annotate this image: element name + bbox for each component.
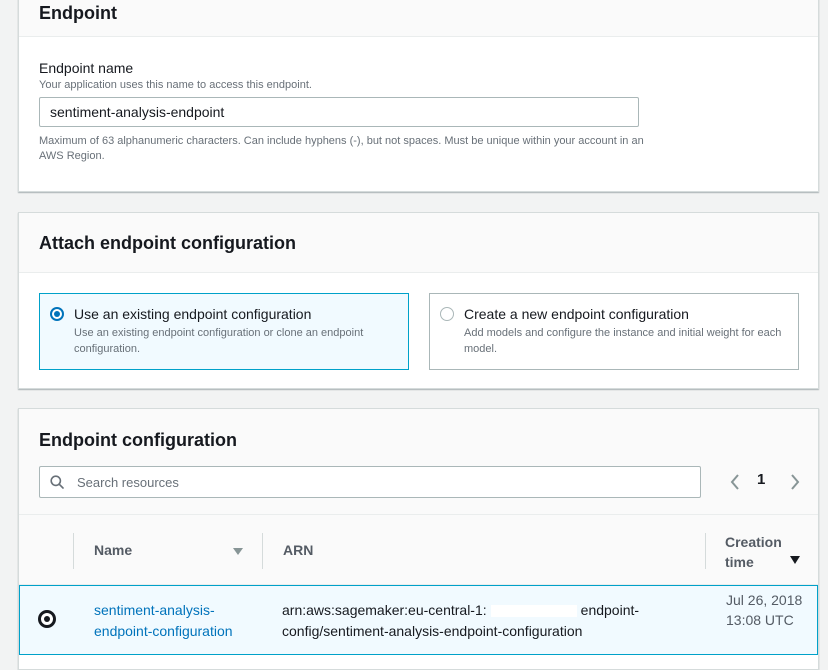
endpoint-panel-title: Endpoint [39,3,117,23]
chevron-left-icon[interactable] [725,470,745,494]
endpoint-panel: Endpoint Endpoint name Your application … [18,0,819,192]
endpoint-config-panel-header: Endpoint configuration Search resources … [19,409,818,515]
endpoint-config-panel: Endpoint configuration Search resources … [18,408,819,670]
pagination-current-page[interactable]: 1 [757,471,765,488]
chevron-right-icon[interactable] [785,470,805,494]
caret-down-icon[interactable] [233,548,243,555]
search-placeholder: Search resources [77,475,179,490]
option-new-config-radio[interactable] [440,307,454,321]
search-input[interactable]: Search resources [39,466,701,498]
endpoint-name-label: Endpoint name [39,60,134,76]
endpoint-name-constraint: Maximum of 63 alphanumeric characters. C… [39,135,644,162]
column-separator [705,533,706,569]
column-header-name[interactable]: Name [94,542,132,558]
option-new-config-tile[interactable]: Create a new endpoint configuration Add … [429,293,799,370]
column-separator [73,533,74,569]
attach-config-panel-title: Attach endpoint configuration [39,233,296,253]
column-separator [262,533,263,569]
redacted-account-id [490,605,577,618]
row-creation-time: Jul 26, 2018 13:08 UTC [726,592,803,628]
sort-descending-icon[interactable] [790,556,800,564]
attach-config-panel: Attach endpoint configuration Use an exi… [18,212,819,389]
row-select-radio[interactable] [38,610,56,628]
option-new-config-description: Add models and configure the instance an… [464,327,782,355]
option-new-config-title: Create a new endpoint configuration [464,306,689,322]
endpoint-config-panel-title: Endpoint configuration [39,430,237,450]
row-config-name-link[interactable]: sentiment-analysis-endpoint-configuratio… [94,600,254,642]
search-icon [50,475,64,489]
option-existing-config-radio[interactable] [50,307,64,321]
row-arn-prefix: arn:aws:sagemaker:eu-central-1: [282,602,487,618]
option-existing-config-description: Use an existing endpoint configuration o… [74,327,364,355]
option-existing-config-title: Use an existing endpoint configuration [74,306,312,322]
endpoint-name-input[interactable]: sentiment-analysis-endpoint [39,97,639,127]
endpoint-name-description: Your application uses this name to acces… [39,79,312,91]
table-row[interactable]: sentiment-analysis-endpoint-configuratio… [19,585,818,655]
row-config-arn: arn:aws:sagemaker:eu-central-1: endpoint-… [282,600,682,642]
table-header: Name ARN Creation time [19,515,818,585]
column-header-arn[interactable]: ARN [283,542,313,558]
column-header-creation-time[interactable]: Creation time [725,532,787,572]
endpoint-panel-header: Endpoint [19,0,818,37]
attach-config-panel-header: Attach endpoint configuration [19,213,818,273]
option-existing-config-tile[interactable]: Use an existing endpoint configuration U… [39,293,409,370]
